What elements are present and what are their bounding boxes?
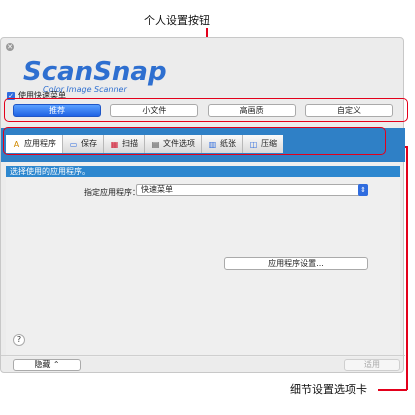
app-settings-button[interactable]: 应用程序设置...	[224, 257, 368, 270]
personal-settings-highlight	[4, 98, 408, 122]
hide-button[interactable]: 隐藏 ⌃	[13, 359, 81, 371]
app-select-value: 快速菜单	[141, 185, 173, 194]
svg-text:ScanSnap: ScanSnap	[23, 57, 167, 87]
apply-button[interactable]: 适用	[344, 359, 400, 371]
callout-detail-tabs: 细节设置选项卡	[290, 383, 367, 396]
panel-header: 选择使用的应用程序。	[6, 166, 400, 177]
callout-line-bottom	[378, 389, 407, 391]
close-icon[interactable]: ✕	[6, 43, 14, 51]
callout-personal-settings: 个人设置按钮	[144, 14, 210, 27]
help-icon[interactable]: ?	[13, 334, 25, 346]
chevron-updown-icon: ⇕	[358, 184, 368, 196]
detail-tabs-highlight	[3, 127, 386, 155]
app-select-label: 指定应用程序：	[84, 188, 140, 197]
page: 个人设置按钮 细节设置选项卡 ✕ ScanSnap Color Image Sc…	[0, 0, 415, 415]
scansnap-window: ✕ ScanSnap Color Image Scanner ✓ 使用快速菜单 …	[0, 37, 405, 373]
callout-line-right	[406, 146, 408, 390]
app-select[interactable]: 快速菜单 ⇕	[136, 184, 368, 196]
application-panel: 选择使用的应用程序。 指定应用程序： 快速菜单 ⇕ 应用程序设置...	[6, 162, 400, 357]
